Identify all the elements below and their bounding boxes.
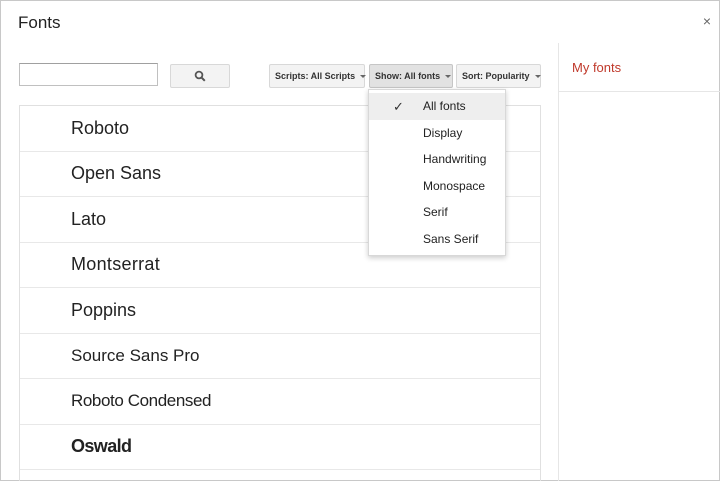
menu-item-display[interactable]: Display — [369, 120, 505, 147]
menu-item-label: Monospace — [423, 178, 486, 193]
chevron-down-icon — [445, 74, 452, 78]
font-row-oswald[interactable]: Oswald — [20, 425, 540, 470]
menu-item-monospace[interactable]: Monospace — [369, 173, 505, 200]
font-name: Open Sans — [71, 163, 162, 184]
close-icon[interactable]: × — [703, 13, 711, 29]
dialog-title: Fonts — [18, 13, 61, 32]
font-name: Roboto Condensed — [71, 391, 212, 411]
search-icon — [194, 70, 206, 82]
side-panel-header-divider — [559, 91, 720, 92]
menu-item-handwriting[interactable]: Handwriting — [369, 146, 505, 173]
menu-item-serif[interactable]: Serif — [369, 199, 505, 226]
search-button[interactable] — [170, 64, 230, 88]
scripts-dropdown[interactable]: Scripts: All Scripts — [269, 64, 367, 88]
menu-item-label: Display — [423, 125, 463, 140]
menu-item-sans-serif[interactable]: Sans Serif — [369, 226, 505, 253]
font-name: Roboto — [71, 117, 130, 138]
my-fonts-title: My fonts — [572, 60, 622, 75]
show-dropdown-menu: ✓ All fonts Display Handwriting Monospac… — [368, 89, 506, 256]
menu-item-all-fonts[interactable]: ✓ All fonts — [369, 93, 505, 120]
menu-item-label: Sans Serif — [423, 231, 479, 246]
menu-item-label: Handwriting — [423, 152, 487, 167]
font-name: Oswald — [71, 436, 132, 457]
scripts-dropdown-label: Scripts: All Scripts — [275, 71, 356, 81]
search-input[interactable] — [19, 63, 158, 86]
sort-dropdown-label: Sort: Popularity — [462, 71, 530, 81]
side-panel-divider — [558, 43, 559, 481]
font-name: Montserrat — [71, 254, 161, 275]
checkmark-icon: ✓ — [393, 99, 404, 114]
font-row-source-sans-pro[interactable]: Source Sans Pro — [20, 334, 540, 379]
font-name: Source Sans Pro — [71, 345, 200, 365]
show-dropdown-label: Show: All fonts — [375, 71, 441, 81]
chevron-down-icon — [360, 74, 367, 78]
show-dropdown[interactable]: Show: All fonts — [369, 64, 453, 88]
font-row-roboto-condensed[interactable]: Roboto Condensed — [20, 379, 540, 425]
fonts-dialog: Fonts × Scripts: All Scripts Show: All f… — [0, 0, 720, 481]
font-name: Lato — [71, 208, 107, 229]
menu-item-label: Serif — [423, 205, 448, 220]
chevron-down-icon — [534, 74, 541, 78]
font-row-poppins[interactable]: Poppins — [20, 288, 540, 334]
font-name: Poppins — [71, 299, 137, 320]
menu-item-label: All fonts — [423, 99, 466, 114]
sort-dropdown[interactable]: Sort: Popularity — [456, 64, 541, 88]
